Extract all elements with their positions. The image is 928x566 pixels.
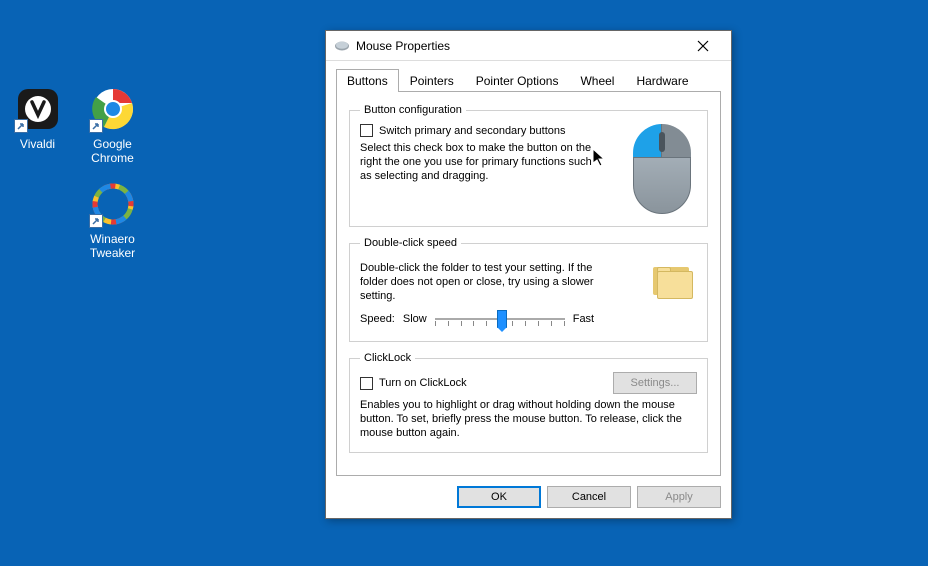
speed-label: Speed: <box>360 313 395 325</box>
winaero-icon <box>89 180 137 228</box>
double-click-slider[interactable] <box>435 309 565 329</box>
double-click-description: Double-click the folder to test your set… <box>360 261 620 303</box>
mouse-icon <box>334 38 350 54</box>
vivaldi-icon <box>14 85 62 133</box>
group-double-click: Double-click speed Double-click the fold… <box>349 237 708 342</box>
tab-hardware[interactable]: Hardware <box>625 69 699 92</box>
desktop-icon-label: Winaero Tweaker <box>75 232 150 260</box>
desktop-icon-chrome[interactable]: Google Chrome <box>75 85 150 165</box>
dialog-title: Mouse Properties <box>356 39 683 53</box>
tab-pointer-options[interactable]: Pointer Options <box>465 69 570 92</box>
checkbox-switch-buttons-label: Switch primary and secondary buttons <box>379 125 565 137</box>
ok-button[interactable]: OK <box>457 486 541 508</box>
close-button[interactable] <box>683 32 723 60</box>
tabs: Buttons Pointers Pointer Options Wheel H… <box>336 69 721 92</box>
mouse-properties-dialog: Mouse Properties Buttons Pointers Pointe… <box>325 30 732 519</box>
titlebar[interactable]: Mouse Properties <box>326 31 731 61</box>
clicklock-description: Enables you to highlight or drag without… <box>360 398 697 440</box>
shortcut-arrow-icon <box>14 119 28 133</box>
tab-buttons[interactable]: Buttons <box>336 69 399 92</box>
shortcut-arrow-icon <box>89 119 103 133</box>
desktop-icon-label: Vivaldi <box>0 137 75 151</box>
checkbox-clicklock[interactable] <box>360 377 373 390</box>
cancel-button[interactable]: Cancel <box>547 486 631 508</box>
slow-label: Slow <box>403 313 427 325</box>
group-button-configuration: Button configuration Switch primary and … <box>349 104 708 227</box>
button-config-description: Select this check box to make the button… <box>360 141 600 183</box>
legend-double-click: Double-click speed <box>360 237 461 249</box>
dialog-actions: OK Cancel Apply <box>336 486 721 508</box>
apply-button: Apply <box>637 486 721 508</box>
tab-content-buttons: Button configuration Switch primary and … <box>336 92 721 476</box>
desktop-icon-label: Google Chrome <box>75 137 150 165</box>
tab-pointers[interactable]: Pointers <box>399 69 465 92</box>
tab-wheel[interactable]: Wheel <box>569 69 625 92</box>
slider-thumb[interactable] <box>497 310 507 328</box>
checkbox-clicklock-label: Turn on ClickLock <box>379 377 467 389</box>
folder-test-icon[interactable] <box>649 263 697 303</box>
checkbox-switch-buttons[interactable] <box>360 124 373 137</box>
desktop-icon-winaero[interactable]: Winaero Tweaker <box>75 180 150 260</box>
desktop-icon-vivaldi[interactable]: Vivaldi <box>0 85 75 151</box>
shortcut-arrow-icon <box>89 214 103 228</box>
chrome-icon <box>89 85 137 133</box>
legend-button-config: Button configuration <box>360 104 466 116</box>
fast-label: Fast <box>573 313 594 325</box>
group-clicklock: ClickLock Turn on ClickLock Settings... … <box>349 352 708 453</box>
legend-clicklock: ClickLock <box>360 352 415 364</box>
clicklock-settings-button: Settings... <box>613 372 697 394</box>
mouse-illustration <box>627 124 697 214</box>
